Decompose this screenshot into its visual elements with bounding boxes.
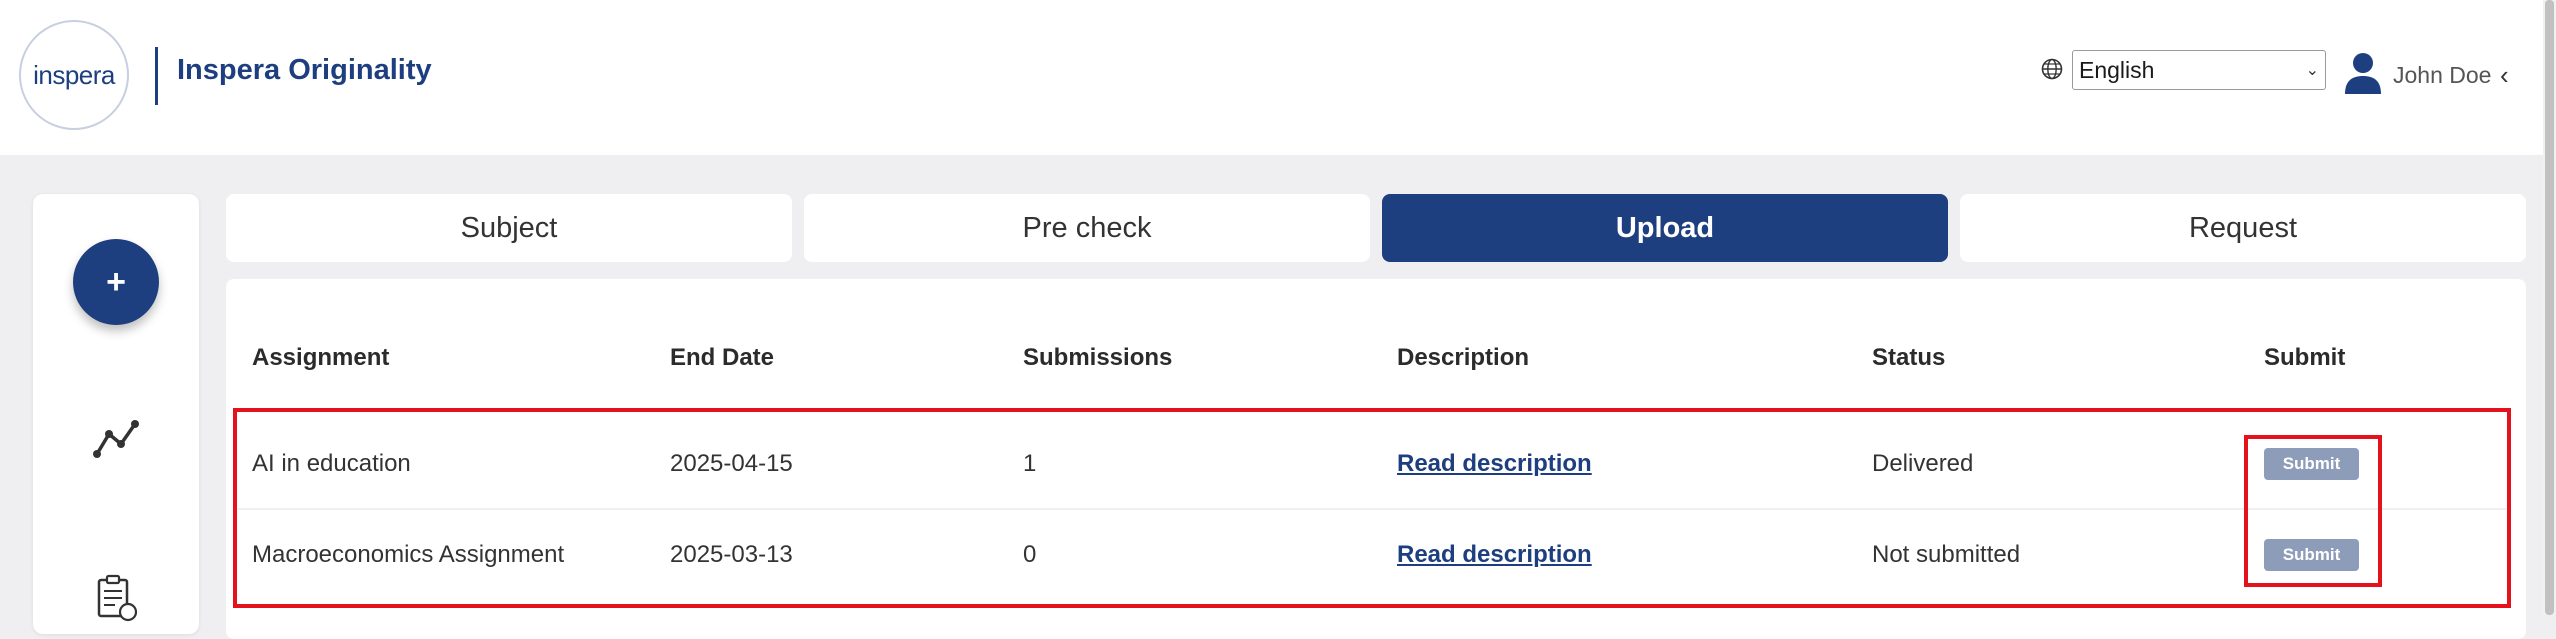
- tab-upload[interactable]: Upload: [1382, 194, 1948, 262]
- tab-request[interactable]: Request: [1960, 194, 2526, 262]
- tab-label: Subject: [460, 211, 558, 244]
- highlight-box-rows: [233, 408, 2511, 608]
- column-header-status: Status: [1872, 344, 1946, 371]
- tab-pre-check[interactable]: Pre check: [804, 194, 1370, 262]
- chevron-down-icon: ⌄: [2305, 62, 2319, 79]
- logo-divider: [155, 47, 158, 105]
- user-icon[interactable]: [2344, 52, 2382, 94]
- column-header-end-date: End Date: [670, 344, 775, 371]
- sidebar: +: [33, 194, 199, 634]
- tab-label: Pre check: [1022, 211, 1152, 244]
- tab-subject[interactable]: Subject: [226, 194, 792, 262]
- document-icon[interactable]: [93, 574, 139, 624]
- scrollbar-thumb[interactable]: [2545, 0, 2554, 615]
- language-selected: English: [2079, 56, 2155, 83]
- add-button[interactable]: +: [73, 239, 159, 325]
- inspera-logo[interactable]: inspera: [19, 20, 129, 130]
- line-chart-icon[interactable]: [91, 416, 141, 462]
- globe-icon: [2041, 58, 2063, 80]
- chevron-left-icon[interactable]: ‹: [2500, 60, 2509, 91]
- app-title: Inspera Originality: [177, 54, 432, 86]
- tab-label: Upload: [1615, 211, 1715, 244]
- plus-icon: +: [106, 262, 126, 301]
- column-header-assignment: Assignment: [252, 344, 390, 371]
- column-header-submissions: Submissions: [1023, 344, 1173, 371]
- logo-text: inspera: [33, 59, 115, 90]
- top-header: inspera Inspera Originality English ⌄ Jo…: [0, 0, 2543, 155]
- highlight-box-submit: [2244, 435, 2382, 587]
- user-name[interactable]: John Doe: [2393, 62, 2491, 89]
- column-header-description: Description: [1397, 344, 1530, 371]
- language-select[interactable]: English ⌄: [2072, 50, 2326, 90]
- tab-label: Request: [2188, 211, 2297, 244]
- column-header-submit: Submit: [2264, 344, 2346, 371]
